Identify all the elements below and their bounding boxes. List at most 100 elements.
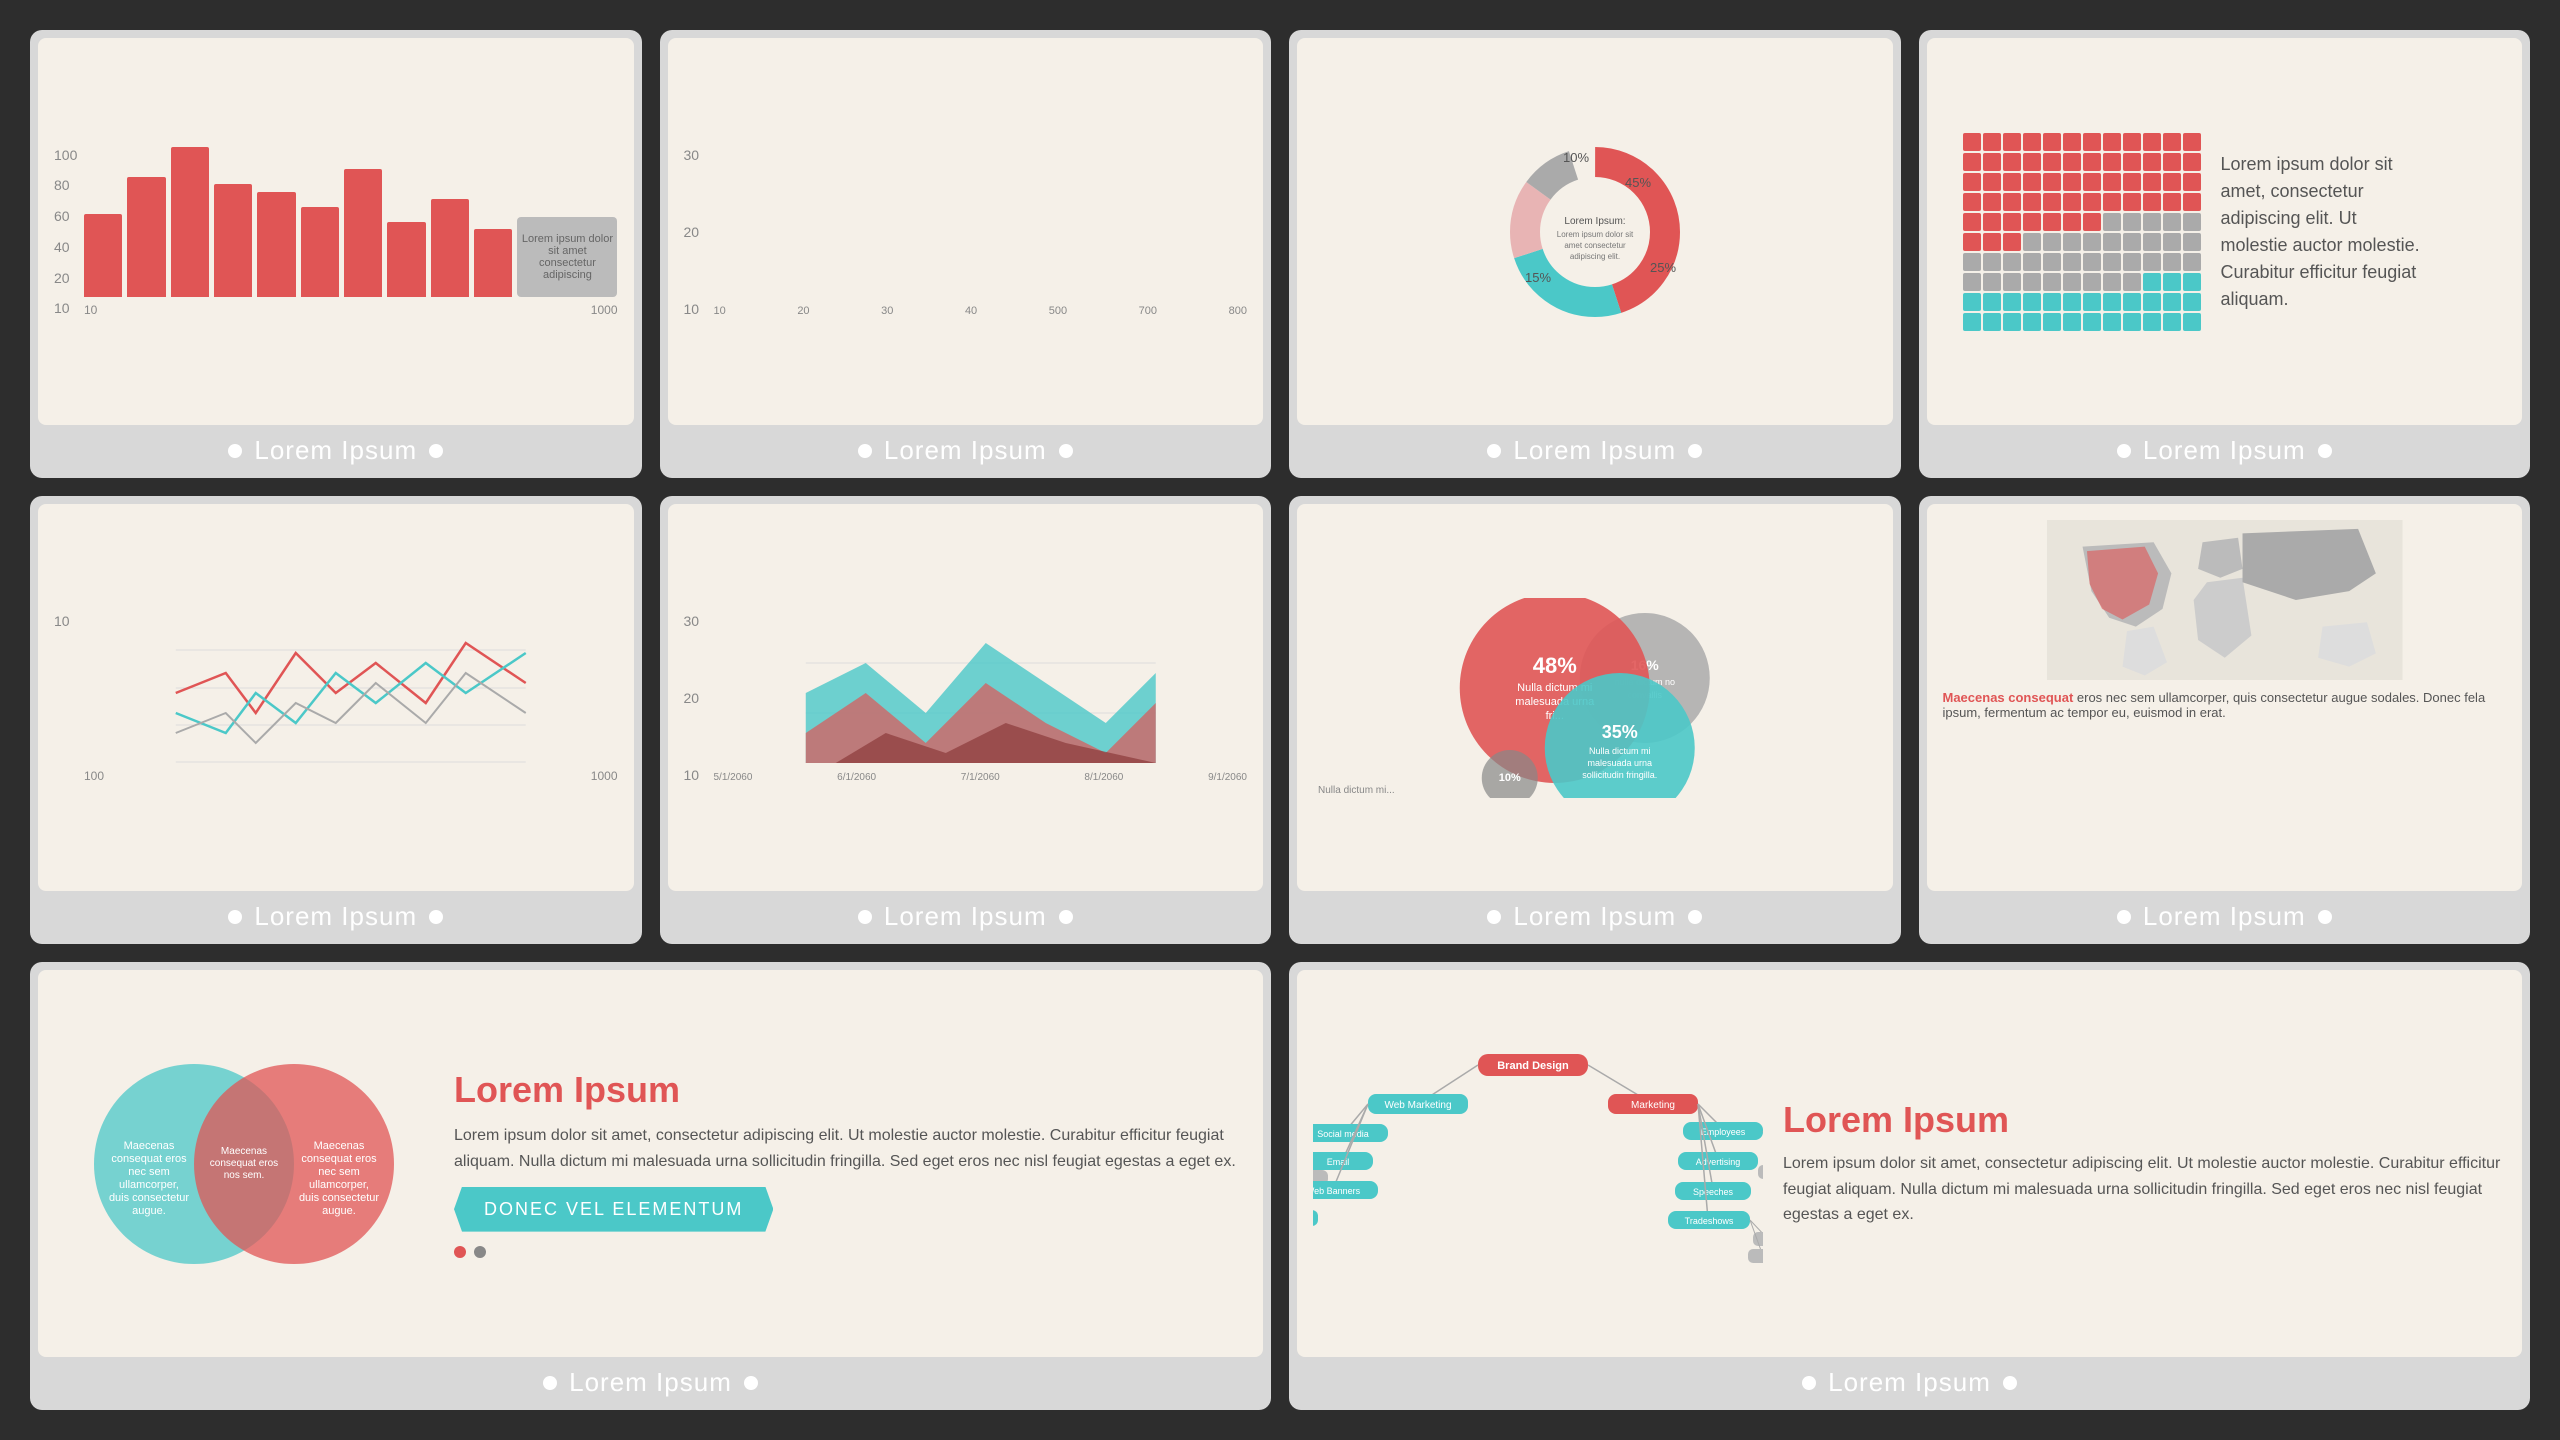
svg-text:Speeches: Speeches (1693, 1187, 1734, 1197)
venn-button[interactable]: DONEC VEL ELEMENTUM (454, 1187, 773, 1232)
waffle-cell (2023, 173, 2041, 191)
card-map: Maecenas consequat eros nec sem ullamcor… (1919, 496, 2531, 944)
footer-dot-left-5 (228, 910, 242, 924)
waffle-cell (2143, 293, 2161, 311)
card-multi-bar: 10 20 30 10203040500700800 (660, 30, 1272, 478)
svg-text:augue.: augue. (132, 1205, 166, 1217)
area-chart-area: 10 20 30 5/1/2060 (684, 613, 1248, 783)
waffle-cell (2163, 253, 2181, 271)
waffle-cell (2043, 173, 2061, 191)
donut-center-text3: adipiscing elit. (1570, 252, 1620, 261)
waffle-cell (1963, 233, 1981, 251)
waffle-cell (2023, 233, 2041, 251)
waffle-cell (2123, 133, 2141, 151)
card-venn-wide: Maecenas consequat eros nec sem ullamcor… (30, 962, 1271, 1410)
waffle-cell (2083, 193, 2101, 211)
waffle-cell (2123, 253, 2141, 271)
waffle-cell (2163, 133, 2181, 151)
card-inner-donut: 45% 25% 15% 10% Lorem Ipsum: Lorem ipsum… (1297, 38, 1893, 425)
waffle-cell (1983, 253, 2001, 271)
footer-dot-left-6 (858, 910, 872, 924)
footer-dot-right-10 (2003, 1376, 2017, 1390)
waffle-cell (2163, 173, 2181, 191)
svg-text:nec sem: nec sem (318, 1166, 360, 1178)
waffle-cell (2183, 273, 2201, 291)
waffle-cell (2003, 153, 2021, 171)
waffle-cell (2023, 273, 2041, 291)
waffle-cell (2083, 233, 2101, 251)
waffle-cell (2063, 293, 2081, 311)
waffle-cell (2163, 193, 2181, 211)
footer-dot-left-8 (2117, 910, 2131, 924)
waffle-cell (2083, 293, 2101, 311)
waffle-cell (1963, 213, 1981, 231)
bubble-teal-pct: 35% (1602, 722, 1638, 742)
waffle-cell (2023, 213, 2041, 231)
waffle-cell (2043, 193, 2061, 211)
waffle-cell (1983, 233, 2001, 251)
dot-gray (474, 1246, 486, 1258)
waffle-cell (2103, 273, 2121, 291)
line-teal (176, 653, 526, 733)
card-footer-7: Lorem Ipsum (1297, 891, 1893, 936)
waffle-cell (2003, 273, 2021, 291)
ex2-emp (1758, 1165, 1763, 1179)
card-footer-2: Lorem Ipsum (668, 425, 1264, 470)
waffle-cell (2043, 253, 2061, 271)
waffle-cell (1983, 133, 2001, 151)
waffle-cell (1963, 173, 1981, 191)
svg-text:augue.: augue. (322, 1205, 356, 1217)
waffle-cell (2183, 153, 2201, 171)
waffle-cell (2023, 153, 2041, 171)
x-labels-area: 5/1/2060 6/1/2060 7/1/2060 8/1/2060 9/1/… (714, 772, 1248, 783)
card-footer-5: Lorem Ipsum (38, 891, 634, 936)
waffle-cell (2183, 213, 2201, 231)
waffle-cell (2123, 213, 2141, 231)
waffle-cell (2103, 133, 2121, 151)
waffle-cell (2163, 273, 2181, 291)
svg-text:ullamcorper,: ullamcorper, (119, 1179, 179, 1191)
waffle-cell (2063, 153, 2081, 171)
venn-wide-content: Maecenas consequat eros nec sem ullamcor… (54, 986, 1247, 1341)
waffle-cell (1963, 193, 1981, 211)
donut-center-text2: amet consectetur (1564, 241, 1626, 250)
mindmap-title: Lorem Ipsum (1783, 1099, 2506, 1141)
waffle-cell (2143, 213, 2161, 231)
mindmap-body: Lorem ipsum dolor sit amet, consectetur … (1783, 1151, 2506, 1228)
svg-text:duis consectetur: duis consectetur (109, 1192, 189, 1204)
card-inner-mindmap: Brand Design Web Marketing Social media … (1297, 970, 2522, 1357)
waffle-cell (1963, 133, 1981, 151)
bar-8 (387, 222, 425, 297)
svg-text:Maecenas: Maecenas (221, 1146, 267, 1157)
waffle-cell (1983, 293, 2001, 311)
map-content: Maecenas consequat eros nec sem ullamcor… (1943, 520, 2507, 875)
footer-dot-right-2 (1059, 444, 1073, 458)
donut-center-title: Lorem Ipsum: (1564, 216, 1625, 227)
chart-annotation-box: Lorem ipsum dolor sit amet consectetur a… (517, 217, 617, 297)
waffle-cell (1963, 293, 1981, 311)
card-footer-1: Lorem Ipsum (38, 425, 634, 470)
waffle-cell (2143, 133, 2161, 151)
card-inner-area: 10 20 30 5/1/2060 (668, 504, 1264, 891)
map-highlight-text: Maecenas consequat eros nec sem ullamcor… (1943, 690, 2507, 720)
waffle-cell (2043, 313, 2061, 331)
card-footer-9: Lorem Ipsum (38, 1357, 1263, 1402)
waffle-cell (2143, 253, 2161, 271)
mindmap-svg: Brand Design Web Marketing Social media … (1313, 1049, 1763, 1279)
waffle-cell (2103, 253, 2121, 271)
svg-text:malesuada urna: malesuada urna (1587, 758, 1652, 768)
footer-label-7: Lorem Ipsum (1513, 901, 1676, 932)
card-footer-6: Lorem Ipsum (668, 891, 1264, 936)
footer-dot-right-5 (429, 910, 443, 924)
card-inner-waffle: Lorem ipsum dolor sit amet, consectetur … (1927, 38, 2523, 425)
waffle-cell (2063, 273, 2081, 291)
waffle-cell (2063, 233, 2081, 251)
svg-text:consequat eros: consequat eros (210, 1158, 278, 1169)
x-labels-line: 100 1000 (84, 769, 618, 783)
waffle-cell (2083, 133, 2101, 151)
waffle-cell (2063, 193, 2081, 211)
waffle-cell (2063, 213, 2081, 231)
card-area: 10 20 30 5/1/2060 (660, 496, 1272, 944)
footer-label-1: Lorem Ipsum (254, 435, 417, 466)
svg-text:Web Marketing: Web Marketing (1384, 1100, 1451, 1111)
